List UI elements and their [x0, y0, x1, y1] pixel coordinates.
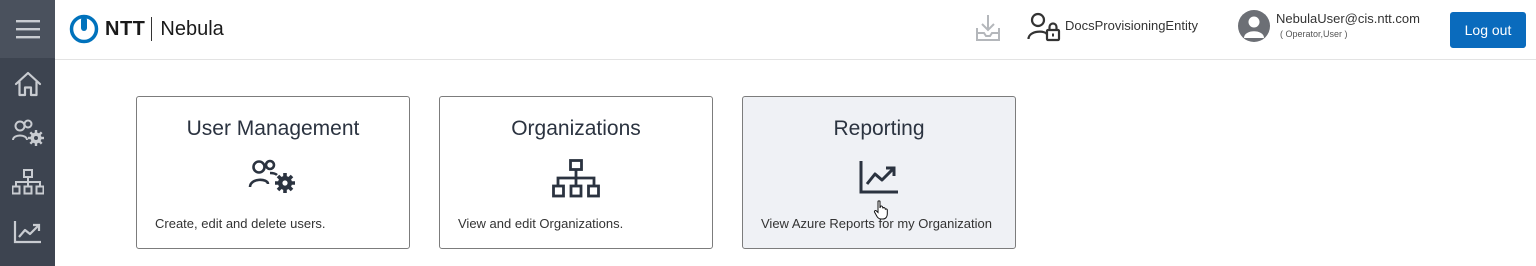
user-lock-icon	[1027, 12, 1061, 42]
menu-toggle-button[interactable]	[0, 0, 55, 58]
sidebar-item-home[interactable]	[0, 60, 55, 108]
card-description: Create, edit and delete users.	[155, 216, 326, 231]
user-avatar-icon	[1244, 16, 1264, 38]
download-icon	[976, 15, 1000, 41]
avatar	[1238, 10, 1270, 42]
logo-brand-text: NTT	[105, 17, 146, 40]
card-title: Organizations	[511, 117, 641, 140]
home-icon	[14, 71, 41, 97]
logo-divider	[151, 17, 153, 41]
user-menu[interactable]: NebulaUser@cis.ntt.com ( Operator,User )	[1238, 10, 1420, 42]
card-title: Reporting	[833, 117, 925, 140]
card-description: View Azure Reports for my Organization	[761, 216, 992, 231]
user-email: NebulaUser@cis.ntt.com	[1276, 11, 1420, 26]
card-reporting[interactable]: Reporting View Azure Reports for my Orga…	[742, 96, 1016, 249]
sidebar-item-reporting[interactable]	[0, 208, 55, 256]
app-name: Nebula	[160, 17, 224, 40]
card-organizations[interactable]: Organizations View and edit Organization…	[439, 96, 713, 249]
user-roles: ( Operator,User )	[1280, 29, 1348, 39]
organization-icon	[11, 169, 44, 195]
entity-selector[interactable]: DocsProvisioningEntity	[1027, 12, 1198, 42]
ntt-logo-icon	[69, 14, 99, 44]
card-user-management[interactable]: User Management Create, edit and delete …	[136, 96, 410, 249]
entity-name: DocsProvisioningEntity	[1065, 17, 1198, 33]
sidebar	[0, 0, 55, 266]
sidebar-item-user-management[interactable]	[0, 109, 55, 157]
hamburger-icon	[15, 20, 40, 39]
logout-button[interactable]: Log out	[1450, 12, 1526, 48]
app-logo[interactable]: NTT Nebula	[69, 14, 224, 44]
chart-icon	[859, 161, 898, 194]
user-settings-icon	[11, 119, 44, 146]
card-description: View and edit Organizations.	[458, 216, 624, 231]
chart-icon	[13, 221, 41, 244]
download-button[interactable]	[974, 13, 1002, 48]
organization-icon	[552, 159, 600, 198]
top-bar: NTT Nebula DocsProvisioningEntity Nebula…	[55, 0, 1536, 60]
sidebar-item-organizations[interactable]	[0, 159, 55, 207]
card-title: User Management	[186, 117, 360, 140]
user-settings-icon	[248, 159, 295, 193]
